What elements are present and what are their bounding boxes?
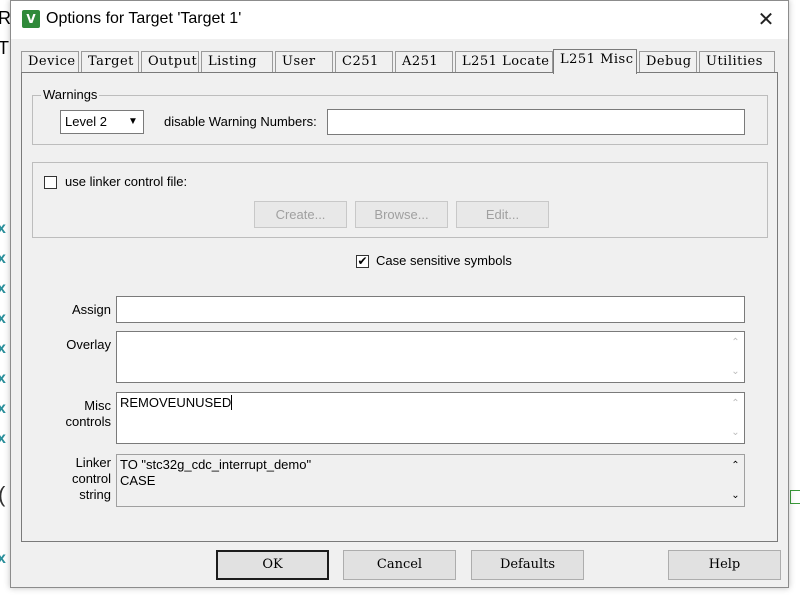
tab-listing[interactable]: Listing: [201, 51, 273, 72]
misc-controls-value: REMOVEUNUSED: [120, 395, 233, 411]
overlay-textarea[interactable]: ⌃ ⌄: [116, 331, 745, 383]
case-sensitive-checkbox[interactable]: ✔: [356, 255, 369, 268]
background-x-icon: x: [0, 550, 6, 567]
linker-control-string-label-line: Linker: [75, 455, 111, 470]
title-bar[interactable]: V Options for Target 'Target 1' ✕: [11, 1, 788, 39]
warning-level-value: Level 2: [65, 114, 107, 129]
scroll-down-icon[interactable]: ⌄: [727, 363, 744, 380]
background-x-icon: x: [0, 340, 6, 357]
tab-output[interactable]: Output: [141, 51, 199, 72]
chevron-down-icon[interactable]: ▼: [123, 111, 143, 133]
tab-panel-l251-misc: Warnings Level 2 ▼ disable Warning Numbe…: [21, 72, 778, 542]
scroll-up-icon[interactable]: ⌃: [727, 457, 744, 474]
background-text-fragment: T: [0, 38, 9, 58]
linker-file-group: use linker control file: Create... Brows…: [32, 162, 768, 238]
help-button[interactable]: Help: [668, 550, 781, 580]
warnings-group-label: Warnings: [41, 87, 100, 102]
close-button[interactable]: ✕: [752, 6, 780, 34]
background-x-icon: x: [0, 370, 6, 387]
cancel-button[interactable]: Cancel: [343, 550, 456, 580]
misc-controls-label-line: Misc: [84, 398, 111, 413]
disable-warning-label: disable Warning Numbers:: [164, 114, 317, 129]
misc-controls-text: REMOVEUNUSED: [120, 395, 232, 410]
disable-warning-numbers-input[interactable]: [327, 109, 745, 135]
use-linker-file-label: use linker control file:: [65, 174, 188, 189]
tab-l251-locate[interactable]: L251 Locate: [455, 51, 553, 72]
dialog-title: Options for Target 'Target 1': [46, 10, 242, 27]
misc-controls-textarea[interactable]: REMOVEUNUSED ⌃ ⌄: [116, 392, 745, 444]
use-linker-file-checkbox[interactable]: [44, 176, 57, 189]
background-marker: [790, 490, 800, 504]
background-x-icon: x: [0, 280, 6, 297]
case-sensitive-label: Case sensitive symbols: [376, 253, 512, 268]
overlay-scrollbar[interactable]: ⌃ ⌄: [727, 332, 744, 382]
background-x-icon: x: [0, 430, 6, 447]
linker-control-string-scrollbar[interactable]: ⌃ ⌄: [727, 455, 744, 506]
scroll-up-icon[interactable]: ⌃: [727, 395, 744, 412]
background-x-icon: x: [0, 220, 6, 237]
create-button[interactable]: Create...: [254, 201, 347, 228]
misc-controls-scrollbar[interactable]: ⌃ ⌄: [727, 393, 744, 443]
background-x-icon: x: [0, 310, 6, 327]
linker-control-string-label-line: control: [71, 471, 111, 486]
assign-input[interactable]: [116, 296, 745, 323]
scroll-down-icon[interactable]: ⌄: [727, 487, 744, 504]
background-x-icon: x: [0, 250, 6, 267]
ok-button[interactable]: OK: [216, 550, 329, 580]
options-dialog: V Options for Target 'Target 1' ✕ Device…: [10, 0, 789, 588]
tab-a251[interactable]: A251: [395, 51, 453, 72]
tab-device[interactable]: Device: [21, 51, 79, 72]
scroll-up-icon[interactable]: ⌃: [727, 334, 744, 351]
app-icon: V: [22, 10, 40, 28]
warning-level-select[interactable]: Level 2 ▼: [60, 110, 144, 134]
background-x-icon: x: [0, 400, 6, 417]
assign-label: Assign: [71, 302, 111, 317]
tab-user[interactable]: User: [275, 51, 333, 72]
tab-c251[interactable]: C251: [335, 51, 393, 72]
defaults-button[interactable]: Defaults: [471, 550, 584, 580]
tab-debug[interactable]: Debug: [639, 51, 697, 72]
tab-l251-misc[interactable]: L251 Misc: [553, 49, 637, 74]
tab-target[interactable]: Target: [81, 51, 139, 72]
linker-control-string-label-line: string: [79, 487, 111, 502]
tab-utilities[interactable]: Utilities: [699, 51, 775, 72]
linker-control-string-textarea[interactable]: TO "stc32g_cdc_interrupt_demo" CASE ⌃ ⌄: [116, 454, 745, 507]
misc-controls-label-line: controls: [65, 414, 111, 429]
overlay-label: Overlay: [66, 337, 111, 352]
linker-control-string-value: TO "stc32g_cdc_interrupt_demo" CASE: [120, 457, 312, 488]
scroll-down-icon[interactable]: ⌄: [727, 424, 744, 441]
text-caret: [231, 395, 233, 410]
linker-control-string-label: Linker control string: [32, 455, 111, 503]
edit-button[interactable]: Edit...: [456, 201, 549, 228]
warnings-group: Warnings Level 2 ▼ disable Warning Numbe…: [32, 87, 768, 145]
misc-controls-label: Misc controls: [32, 398, 111, 430]
browse-button[interactable]: Browse...: [355, 201, 448, 228]
background-paren: (: [0, 482, 5, 508]
